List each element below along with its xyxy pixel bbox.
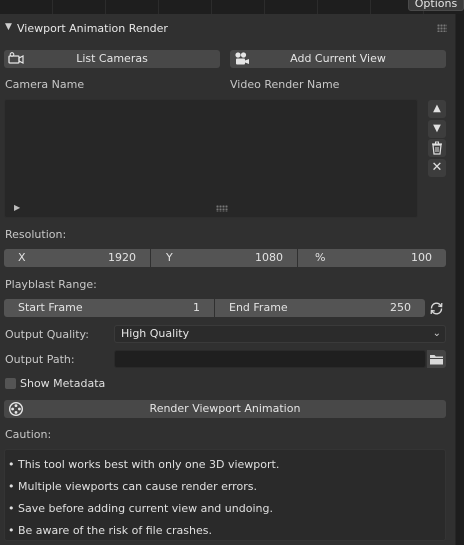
resolution-x-label: X — [18, 251, 26, 264]
refresh-button[interactable] — [428, 300, 445, 317]
show-metadata-label[interactable]: Show Metadata — [20, 377, 105, 390]
end-frame-value: 250 — [390, 301, 411, 314]
resolution-y-label: Y — [166, 251, 173, 264]
resolution-x-field[interactable]: X 1920 — [4, 249, 150, 267]
viewport-header-strip — [0, 0, 464, 14]
panel-drag-grip-icon[interactable] — [437, 24, 447, 32]
video-render-name-header: Video Render Name — [230, 78, 340, 91]
clear-button[interactable]: ✕ — [428, 159, 446, 177]
resolution-percent-label: % — [315, 251, 326, 264]
camera-name-header: Camera Name — [5, 78, 85, 91]
add-current-view-button[interactable]: Add Current View — [230, 50, 446, 68]
panel-title[interactable]: Viewport Animation Render — [17, 22, 168, 35]
movie-camera-icon — [234, 51, 250, 67]
move-down-button[interactable]: ▼ — [428, 120, 446, 138]
delete-button[interactable] — [428, 139, 446, 157]
output-path-input[interactable] — [114, 350, 426, 368]
collapse-chevron-icon[interactable]: ▼ — [5, 22, 12, 32]
folder-icon — [429, 352, 444, 369]
close-icon: ✕ — [431, 160, 443, 175]
end-frame-label: End Frame — [229, 301, 288, 314]
start-frame-label: Start Frame — [18, 301, 83, 314]
film-reel-icon — [8, 401, 24, 417]
refresh-icon — [428, 302, 445, 320]
move-up-button[interactable]: ▲ — [428, 100, 446, 118]
options-button[interactable]: Options — [408, 0, 464, 11]
resolution-label: Resolution: — [5, 228, 67, 241]
render-viewport-animation-button[interactable]: Render Viewport Animation — [4, 400, 446, 418]
output-quality-select[interactable]: High Quality ⌄ — [114, 325, 446, 343]
show-metadata-checkbox[interactable] — [5, 378, 16, 389]
chevron-down-icon: ⌄ — [432, 328, 441, 339]
camera-icon — [8, 51, 24, 67]
output-quality-value: High Quality — [121, 327, 190, 340]
output-quality-label: Output Quality: — [5, 328, 89, 341]
list-cameras-button[interactable]: List Cameras — [4, 50, 220, 68]
arrow-down-icon: ▼ — [433, 123, 441, 134]
start-frame-value: 1 — [193, 301, 200, 314]
arrow-up-icon: ▲ — [433, 103, 441, 114]
output-path-label: Output Path: — [5, 353, 75, 366]
resolution-percent-value: 100 — [411, 251, 432, 264]
caution-line: • This tool works best with only one 3D … — [8, 458, 280, 471]
render-button-label: Render Viewport Animation — [149, 402, 301, 415]
caution-line: • Multiple viewports can cause render er… — [8, 480, 257, 493]
camera-list[interactable] — [4, 99, 418, 218]
start-frame-field[interactable]: Start Frame 1 — [4, 299, 214, 317]
list-resize-grip-icon[interactable] — [216, 205, 228, 212]
resolution-percent-field[interactable]: % 100 — [298, 249, 446, 267]
resolution-y-value: 1080 — [255, 251, 283, 264]
list-filter-toggle-icon[interactable]: ▶ — [14, 203, 20, 212]
browse-folder-button[interactable] — [427, 350, 446, 368]
caution-label: Caution: — [5, 428, 52, 441]
list-cameras-label: List Cameras — [76, 52, 148, 65]
resolution-y-field[interactable]: Y 1080 — [151, 249, 297, 267]
end-frame-field[interactable]: End Frame 250 — [215, 299, 425, 317]
playblast-range-label: Playblast Range: — [5, 278, 97, 291]
resolution-x-value: 1920 — [108, 251, 136, 264]
caution-line: • Be aware of the risk of file crashes. — [8, 524, 212, 537]
add-current-view-label: Add Current View — [290, 52, 386, 65]
caution-line: • Save before adding current view and un… — [8, 502, 273, 515]
panel-scroll-strip[interactable] — [456, 14, 464, 545]
